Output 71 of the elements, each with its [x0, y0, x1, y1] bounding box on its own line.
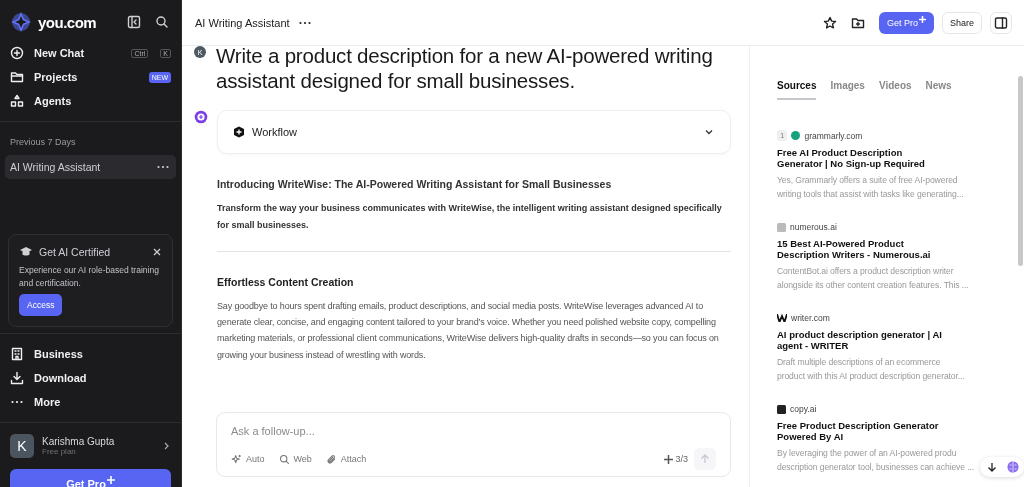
- search-icon[interactable]: [155, 15, 169, 29]
- tab[interactable]: Sources: [777, 80, 817, 100]
- panel-toggle-button[interactable]: [990, 11, 1012, 34]
- chevron-right-icon[interactable]: [163, 441, 171, 451]
- source-domain: numerous.ai: [790, 222, 837, 232]
- access-button[interactable]: Access: [19, 294, 63, 316]
- answer-heading: Introducing WriteWise: The AI-Powered Writing Assistant for Small Businesses: [217, 178, 613, 190]
- question-text: Write a product description for a new AI-powered writing assistant designed for small businesses.: [216, 43, 714, 93]
- source-domain: writer.com: [791, 313, 830, 323]
- download-icon: [10, 371, 24, 385]
- panel-icon: [994, 15, 1008, 30]
- sidebar-toggle-icon[interactable]: [127, 15, 141, 29]
- chevron-down-icon: [704, 127, 714, 137]
- plus-circle-icon: [10, 46, 24, 60]
- tab[interactable]: Images: [830, 80, 865, 100]
- logo-icon[interactable]: [10, 11, 32, 33]
- citation-number: 1: [777, 130, 788, 141]
- user-name: Karishma Gupta: [42, 436, 115, 447]
- building-icon: [10, 347, 24, 361]
- plus-icon: [918, 15, 926, 23]
- promo-text: Experience our AI role-based training and certification.: [19, 263, 160, 290]
- promo-title: Get AI Certified: [39, 245, 111, 258]
- folder-icon[interactable]: [850, 15, 865, 30]
- tab[interactable]: Videos: [878, 80, 912, 100]
- source-title[interactable]: 15 Best AI-Powered Product Description Writers - Numerous.ai: [777, 238, 949, 260]
- source-domain: grammarly.com: [804, 130, 863, 141]
- source-title[interactable]: AI product description generator | AI agent - WRITER: [777, 329, 949, 351]
- brand-name: you.com: [38, 13, 97, 31]
- nav-item[interactable]: More: [0, 390, 181, 414]
- nav-item[interactable]: Download: [0, 366, 181, 390]
- answer-paragraph: Say goodbye to hours spent drafting emails, product descriptions, and social media posts. WriteWise leverages advanced AI to generate clear, concise, and engaging content tailored to your brand’s voice. Whether you need polished website copy, compelling marketing materials, or professional client communications, WriteWise delivers high-quality drafts in seconds—so you can focus on growing your business instead of wrestling with words.: [217, 300, 720, 362]
- search-icon: [278, 453, 290, 465]
- auto-button[interactable]: Auto: [231, 453, 265, 465]
- source-snippet: Draft multiple descriptions of an ecommerce product with this AI product description generator...: [777, 356, 965, 383]
- user-avatar[interactable]: K: [10, 434, 34, 458]
- scrollbar[interactable]: [1018, 76, 1023, 266]
- attach-button[interactable]: Attach: [325, 453, 367, 465]
- web-button[interactable]: Web: [278, 453, 312, 465]
- source-title[interactable]: Free Product Description Generator Powered By AI: [777, 420, 949, 442]
- arrow-up-icon: [700, 454, 710, 464]
- answer-lead: Transform the way your business communicates with WriteWise, the intelligent writing assistant designed specifically for small businesses.: [217, 202, 723, 232]
- plus-icon: [106, 476, 115, 484]
- star-icon[interactable]: [822, 15, 837, 30]
- source-title[interactable]: Free AI Product Description Generator | No Sign-up Required: [777, 147, 949, 169]
- share-button[interactable]: Share: [941, 11, 982, 34]
- credit-count: 3/3: [664, 454, 688, 464]
- history-item[interactable]: AI Writing Assistant: [5, 155, 176, 179]
- workflow-icon: [233, 126, 245, 138]
- source-snippet: Yes, Grammarly offers a suite of free AI-powered writing tools that assist with tasks like generating...: [777, 174, 964, 201]
- source-domain: copy.ai: [790, 404, 817, 414]
- history-title: AI Writing Assistant: [10, 161, 102, 173]
- arrow-down-icon: [987, 462, 997, 472]
- paperclip-icon: [325, 453, 337, 465]
- tab[interactable]: News: [925, 80, 952, 100]
- chat-title: AI Writing Assistant: [195, 16, 290, 29]
- source-snippet: By leveraging the power of an AI-powered produ description generator tool, businesses can achieve ...: [777, 447, 975, 474]
- source-snippet: ContentBot.ai offers a product description writer alongside its other content creation features. This ...: [777, 265, 969, 292]
- nav-item[interactable]: Agents: [0, 89, 181, 113]
- nav-item[interactable]: Business: [0, 342, 181, 366]
- close-icon[interactable]: [152, 246, 162, 257]
- folder-icon: [10, 70, 24, 84]
- input-field[interactable]: Ask a follow-up... Auto Web Attach 3/3: [216, 412, 731, 477]
- user-plan: Free plan: [42, 447, 77, 456]
- workflow-dropdown[interactable]: Workflow: [217, 110, 731, 154]
- sparkle-icon: [231, 453, 242, 465]
- plus-icon: [664, 454, 674, 464]
- assistant-avatar-icon: [194, 110, 208, 124]
- section-heading: Effortless Content Creation: [217, 276, 355, 288]
- section-heading: Previous 7 Days: [9, 136, 77, 149]
- shapes-icon: [10, 94, 24, 108]
- get-pro-button[interactable]: Get Pro: [878, 11, 934, 34]
